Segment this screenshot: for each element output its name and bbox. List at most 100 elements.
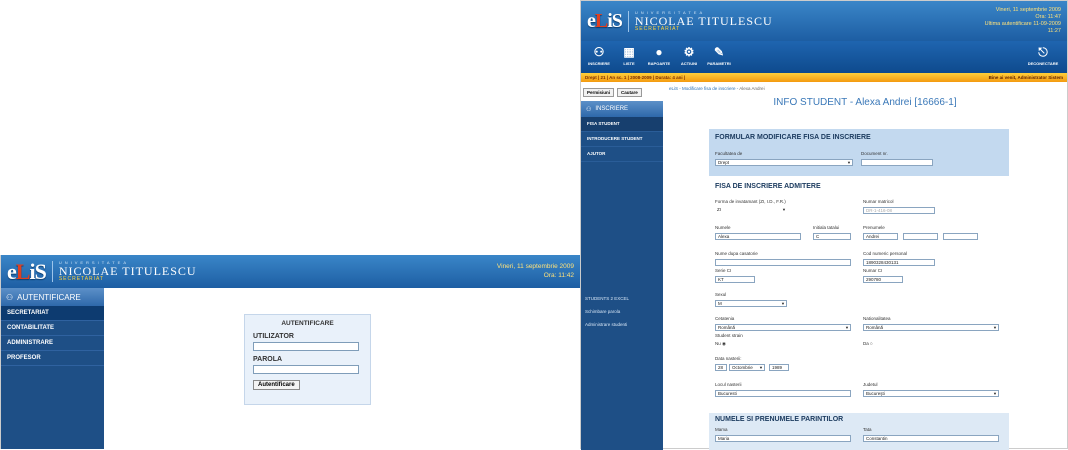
study-form-select[interactable]: ZI <box>715 207 787 214</box>
university-brand: UNIVERSITATEA NICOLAE TITULESCU SECRETAR… <box>627 10 773 32</box>
breadcrumb-link[interactable]: eLiS - Modificare fisa de inscriere - <box>669 86 738 91</box>
action-icon: ⚙ <box>683 45 695 59</box>
birth-month-select[interactable]: Octombrie <box>729 364 765 371</box>
document-label: Document nr. <box>861 151 888 156</box>
sidebar-item-fisa-student[interactable]: FISA STUDENT <box>581 117 663 132</box>
toolbar-liste[interactable]: ▦ LISTE <box>615 41 643 73</box>
sex-label: Sexul <box>715 292 727 297</box>
sidebar-title: ⚇ AUTENTIFICARE <box>1 288 104 306</box>
toolbar-label: LISTE <box>623 61 635 66</box>
matricol-input[interactable]: DR-1-416-08 <box>863 207 935 214</box>
id-series-input[interactable]: KT <box>715 276 755 283</box>
link-student-admin[interactable]: Administrare studenti <box>585 318 629 331</box>
university-brand: UNIVERSITATEA NICOLAE TITULESCU SECRETAR… <box>51 261 197 282</box>
breadcrumb-current: Alexa Andrei <box>739 86 765 91</box>
birth-day-select[interactable]: 28 <box>715 364 727 371</box>
firstname-input-2[interactable] <box>903 233 938 240</box>
section-title: FISA DE INSCRIERE ADMITERE <box>715 183 821 190</box>
married-name-input[interactable] <box>715 259 851 266</box>
form-title: FORMULAR MODIFICARE FISA DE INSCRIERE <box>715 134 871 141</box>
list-icon: ▦ <box>623 45 635 59</box>
last-auth-time: 11:27 <box>1047 27 1061 34</box>
firstname-label: Prenumele <box>863 225 885 230</box>
permissions-button[interactable]: Permisiuni <box>583 88 615 97</box>
faculty-select[interactable]: Drept <box>715 159 853 166</box>
surname-label: Numele <box>715 225 731 230</box>
surname-input[interactable]: Alexa <box>715 233 801 240</box>
login-screenshot: eLiS UNIVERSITATEA NICOLAE TITULESCU SEC… <box>0 255 580 449</box>
elis-logo: eLiS <box>7 258 47 284</box>
citizenship-label: Cetatenia <box>715 316 735 321</box>
sidebar-item-introducere-student[interactable]: INTRODUCERE STUDENT <box>581 132 663 147</box>
sidebar-title: ⚇ INSCRIERE <box>581 101 663 117</box>
birth-year-input[interactable]: 1989 <box>769 364 789 371</box>
nationality-select[interactable]: Română <box>863 324 999 331</box>
mother-input[interactable]: Maria <box>715 435 851 442</box>
cnp-label: Cod numeric personal <box>863 251 908 256</box>
elis-logo: eLiS <box>587 9 623 32</box>
username-input[interactable] <box>253 342 359 351</box>
form-header-box: FORMULAR MODIFICARE FISA DE INSCRIERE Fa… <box>709 129 1009 176</box>
sidebar-buttons: Permisiuni Cautare <box>581 82 663 101</box>
sidebar-item-secretariat[interactable]: SECRETARIAT <box>1 306 104 321</box>
report-icon: ● <box>655 45 663 59</box>
foreign-no-option[interactable]: Nu ◉ <box>715 341 726 347</box>
foreign-yes-option[interactable]: Da ○ <box>863 341 873 346</box>
father-input[interactable]: Constantin <box>863 435 999 442</box>
married-name-label: Nume dupa casatorie <box>715 251 758 256</box>
link-students-excel[interactable]: STUDENTS 2 EXCEL <box>585 292 629 305</box>
header-bar: eLiS UNIVERSITATEA NICOLAE TITULESCU SEC… <box>581 1 1067 41</box>
password-input[interactable] <box>253 365 359 374</box>
sidebar-item-ajutor[interactable]: AJUTOR <box>581 147 663 162</box>
welcome-text: Bine ai venit, Administrator Sistem <box>988 75 1063 80</box>
toolbar-parametri[interactable]: ✎ PARAMETRI <box>705 41 733 73</box>
toolbar-inscriere[interactable]: ⚇ INSCRIERE <box>585 41 613 73</box>
status-bar: Drept | 21 | An sc. 1 | 2008-2009 | Dura… <box>581 73 1067 82</box>
radio-unchecked-icon: ○ <box>870 341 873 346</box>
id-number-input[interactable]: 290780 <box>863 276 903 283</box>
yes-label: Da <box>863 341 869 346</box>
id-number-label: Numar CI <box>863 268 883 273</box>
logout-icon: ⎋ <box>1038 45 1048 59</box>
citizenship-select[interactable]: Română <box>715 324 851 331</box>
login-panel: AUTENTIFICARE UTILIZATOR PAROLA Autentif… <box>244 314 371 405</box>
county-select[interactable]: Bucureşti <box>863 390 999 397</box>
edit-screenshot: eLiS UNIVERSITATEA NICOLAE TITULESCU SEC… <box>580 0 1068 450</box>
sidebar-item-administrare[interactable]: ADMINISTRARE <box>1 336 104 351</box>
toolbar-actiuni[interactable]: ⚙ ACTIUNI <box>675 41 703 73</box>
sidebar-item-profesor[interactable]: PROFESOR <box>1 351 104 366</box>
cnp-input[interactable]: 1890328430131 <box>863 259 935 266</box>
firstname-input[interactable]: Andrei <box>863 233 898 240</box>
toolbar-label: ACTIUNI <box>680 61 698 66</box>
users-icon: ⚇ <box>586 106 592 113</box>
birthdate-label: Data nasterii: <box>715 356 742 361</box>
date-text: Vineri, 11 septembrie 2009 <box>496 263 574 271</box>
settings-icon: ✎ <box>713 45 725 59</box>
father-initial-label: Initiala tatalui <box>813 225 840 230</box>
document-input[interactable] <box>861 159 933 166</box>
birthplace-input[interactable]: Bucuresti <box>715 390 851 397</box>
username-label: UTILIZATOR <box>253 333 294 340</box>
login-panel-title: AUTENTIFICARE <box>281 320 334 327</box>
toolbar-rapoarte[interactable]: ● RAPOARTE <box>645 41 673 73</box>
search-button[interactable]: Cautare <box>617 88 642 97</box>
university-name: NICOLAE TITULESCU <box>634 13 773 28</box>
no-label: Nu <box>715 341 721 346</box>
link-change-password[interactable]: Schimbare parola <box>585 305 629 318</box>
time-text: Ora: 11:47 <box>1035 14 1061 21</box>
father-initial-input[interactable]: C <box>813 233 851 240</box>
firstname-input-3[interactable] <box>943 233 978 240</box>
sex-select[interactable]: M <box>715 300 787 307</box>
logout-button[interactable]: ⎋ DECONECTARE <box>1025 41 1061 73</box>
users-icon: ⚇ <box>593 45 605 59</box>
main-toolbar: ⚇ INSCRIERE ▦ LISTE ● RAPOARTE ⚙ ACTIUNI ✎ PA… <box>581 41 1067 73</box>
nationality-label: Nationalitatea <box>863 316 891 321</box>
radio-checked-icon: ◉ <box>722 341 726 346</box>
sidebar-item-contabilitate[interactable]: CONTABILITATE <box>1 321 104 336</box>
logout-label: DECONECTARE <box>1027 61 1059 66</box>
last-auth-text: Ultima autentificare 11-09-2009 <box>984 21 1061 27</box>
matricol-label: Numar matricol <box>863 199 894 204</box>
datetime: Vineri, 11 septembrie 2009 Ora: 11:42 <box>497 263 574 279</box>
login-button[interactable]: Autentificare <box>253 380 300 390</box>
breadcrumb: eLiS - Modificare fisa de inscriere - Al… <box>669 86 1061 91</box>
